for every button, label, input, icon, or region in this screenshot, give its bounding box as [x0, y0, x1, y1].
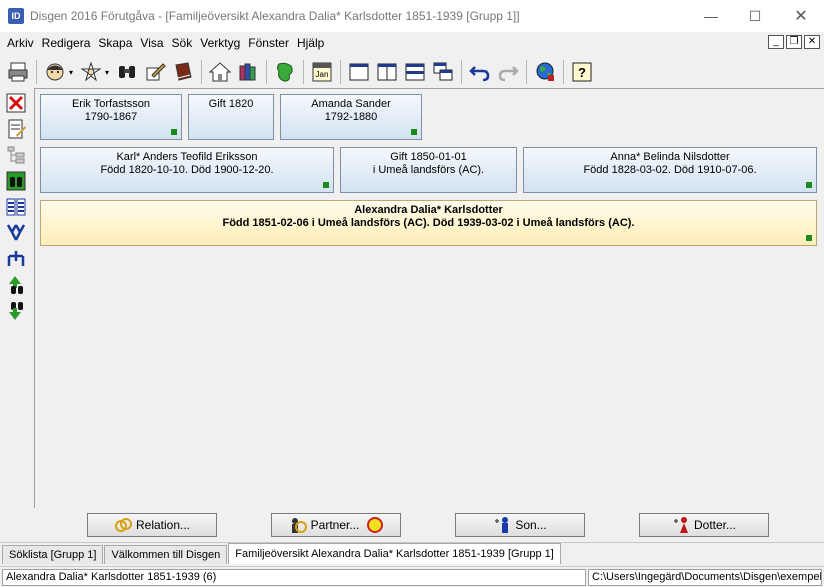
grandparents-marriage-text: Gift 1820 [208, 98, 254, 110]
mother-detail: Född 1828-03-02. Död 1910-07-06. [583, 164, 757, 176]
cascade-icon[interactable] [431, 60, 455, 84]
parents-marriage-text: Gift 1850-01-01 [390, 151, 467, 163]
menu-fonster[interactable]: Fönster [244, 32, 293, 54]
parents-marriage-place: i Umeå landsförs (AC). [372, 164, 485, 176]
father-name: Karl* Anders Teofild Eriksson [116, 151, 258, 163]
chevron-down-icon[interactable]: ▾ [103, 60, 111, 84]
grandmother-box[interactable]: Amanda Sander 1792-1880 [280, 94, 422, 140]
redo-icon[interactable] [496, 60, 520, 84]
status-path: C:\Users\Ingegärd\Documents\Disgen\exemp… [588, 569, 822, 586]
ancestors-tree-icon[interactable] [4, 221, 28, 245]
mdi-minimize-button[interactable]: _ [768, 35, 784, 49]
tree-list-icon[interactable] [4, 143, 28, 167]
star-person-icon[interactable] [79, 60, 103, 84]
binoculars-list-icon[interactable] [4, 169, 28, 193]
mdi-controls: _ ❐ ✕ [768, 35, 820, 49]
status-marker [806, 235, 812, 241]
grandfather-name: Erik Torfastsson [71, 98, 151, 110]
action-button-bar: Relation... Partner... Son... Dotter... [34, 508, 824, 542]
status-marker [411, 129, 417, 135]
grandfather-box[interactable]: Erik Torfastsson 1790-1867 [40, 94, 182, 140]
delete-icon[interactable] [4, 91, 28, 115]
toolbar: ▾ ▾ Jan ? [0, 56, 824, 88]
son-icon [495, 517, 509, 533]
partner-button-label: Partner... [310, 518, 360, 532]
split-horizontal-icon[interactable] [403, 60, 427, 84]
grandparents-marriage-box[interactable]: Gift 1820 [188, 94, 274, 140]
maximize-button[interactable]: ☐ [732, 0, 778, 32]
status-marker [323, 182, 329, 188]
mdi-close-button[interactable]: ✕ [804, 35, 820, 49]
title-bar: ID Disgen 2016 Förutgåva - [Familjeövers… [0, 0, 824, 32]
edit-note-icon[interactable] [143, 60, 167, 84]
print-icon[interactable] [6, 60, 30, 84]
map-icon[interactable] [273, 60, 297, 84]
window-title: Disgen 2016 Förutgåva - [Familjeöversikt… [30, 9, 520, 23]
cursor-highlight [367, 517, 384, 533]
daughter-icon [673, 517, 688, 533]
tab-soklista[interactable]: Söklista [Grupp 1] [2, 545, 104, 564]
main-person-detail: Född 1851-02-06 i Umeå landsförs (AC). D… [222, 217, 635, 229]
menu-redigera[interactable]: Redigera [38, 32, 95, 54]
father-detail: Född 1820-10-10. Död 1900-12-20. [100, 164, 274, 176]
mother-box[interactable]: Anna* Belinda Nilsdotter Född 1828-03-02… [523, 147, 817, 193]
menu-skapa[interactable]: Skapa [94, 32, 136, 54]
mdi-restore-button[interactable]: ❐ [786, 35, 802, 49]
chevron-down-icon[interactable]: ▾ [67, 60, 75, 84]
status-person: Alexandra Dalia* Karlsdotter 1851-1939 (… [2, 569, 586, 586]
status-bar: Alexandra Dalia* Karlsdotter 1851-1939 (… [0, 566, 824, 587]
left-toolbar [0, 88, 32, 540]
globe-icon[interactable] [533, 60, 557, 84]
status-marker [806, 182, 812, 188]
menu-visa[interactable]: Visa [136, 32, 167, 54]
add-daughter-button[interactable]: Dotter... [639, 513, 769, 537]
books-icon[interactable] [236, 60, 260, 84]
columns-icon[interactable] [4, 195, 28, 219]
main-person-box[interactable]: Alexandra Dalia* Karlsdotter Född 1851-0… [40, 200, 817, 246]
grandmother-name: Amanda Sander [311, 98, 391, 110]
menu-bar: Arkiv Redigera Skapa Visa Sök Verktyg Fö… [0, 32, 824, 54]
relation-button-label: Relation... [135, 518, 191, 532]
close-button[interactable]: ✕ [778, 0, 824, 32]
status-marker [171, 129, 177, 135]
undo-icon[interactable] [468, 60, 492, 84]
partner-button[interactable]: Partner... [271, 513, 401, 537]
single-window-icon[interactable] [347, 60, 371, 84]
relation-button[interactable]: Relation... [87, 513, 217, 537]
main-person-name: Alexandra Dalia* Karlsdotter [354, 204, 503, 216]
grandfather-years: 1790-1867 [84, 111, 138, 123]
menu-verktyg[interactable]: Verktyg [196, 32, 244, 54]
grandmother-years: 1792-1880 [324, 111, 378, 123]
help-icon[interactable]: ? [570, 60, 594, 84]
family-overview-panel: Erik Torfastsson 1790-1867 Gift 1820 Ama… [34, 88, 824, 508]
menu-sok[interactable]: Sök [168, 32, 197, 54]
search-up-icon[interactable] [4, 273, 28, 297]
calendar-label: Jan [316, 70, 329, 79]
rings-icon [114, 518, 132, 532]
search-down-icon[interactable] [4, 299, 28, 323]
add-son-button-label: Son... [515, 518, 547, 532]
mother-name: Anna* Belinda Nilsdotter [610, 151, 730, 163]
split-vertical-icon[interactable] [375, 60, 399, 84]
partner-icon [291, 518, 307, 533]
add-son-button[interactable]: Son... [455, 513, 585, 537]
book-icon[interactable] [171, 60, 195, 84]
descendants-tree-icon[interactable] [4, 247, 28, 271]
father-box[interactable]: Karl* Anders Teofild Eriksson Född 1820-… [40, 147, 334, 193]
document-tabs: Söklista [Grupp 1] Välkommen till Disgen… [0, 542, 824, 564]
binoculars-icon[interactable] [115, 60, 139, 84]
parents-marriage-box[interactable]: Gift 1850-01-01 i Umeå landsförs (AC). [340, 147, 517, 193]
app-icon: ID [8, 8, 24, 24]
svg-text:?: ? [578, 65, 586, 80]
minimize-button[interactable]: — [688, 0, 734, 32]
tab-valkommen[interactable]: Välkommen till Disgen [104, 545, 228, 564]
calendar-icon[interactable]: Jan [310, 60, 334, 84]
document-edit-icon[interactable] [4, 117, 28, 141]
add-daughter-button-label: Dotter... [693, 518, 737, 532]
tab-familjeoversikt[interactable]: Familjeöversikt Alexandra Dalia* Karlsdo… [228, 543, 561, 564]
home-icon[interactable] [208, 60, 232, 84]
menu-hjalp[interactable]: Hjälp [293, 32, 328, 54]
person-icon[interactable] [43, 60, 67, 84]
menu-arkiv[interactable]: Arkiv [3, 32, 38, 54]
